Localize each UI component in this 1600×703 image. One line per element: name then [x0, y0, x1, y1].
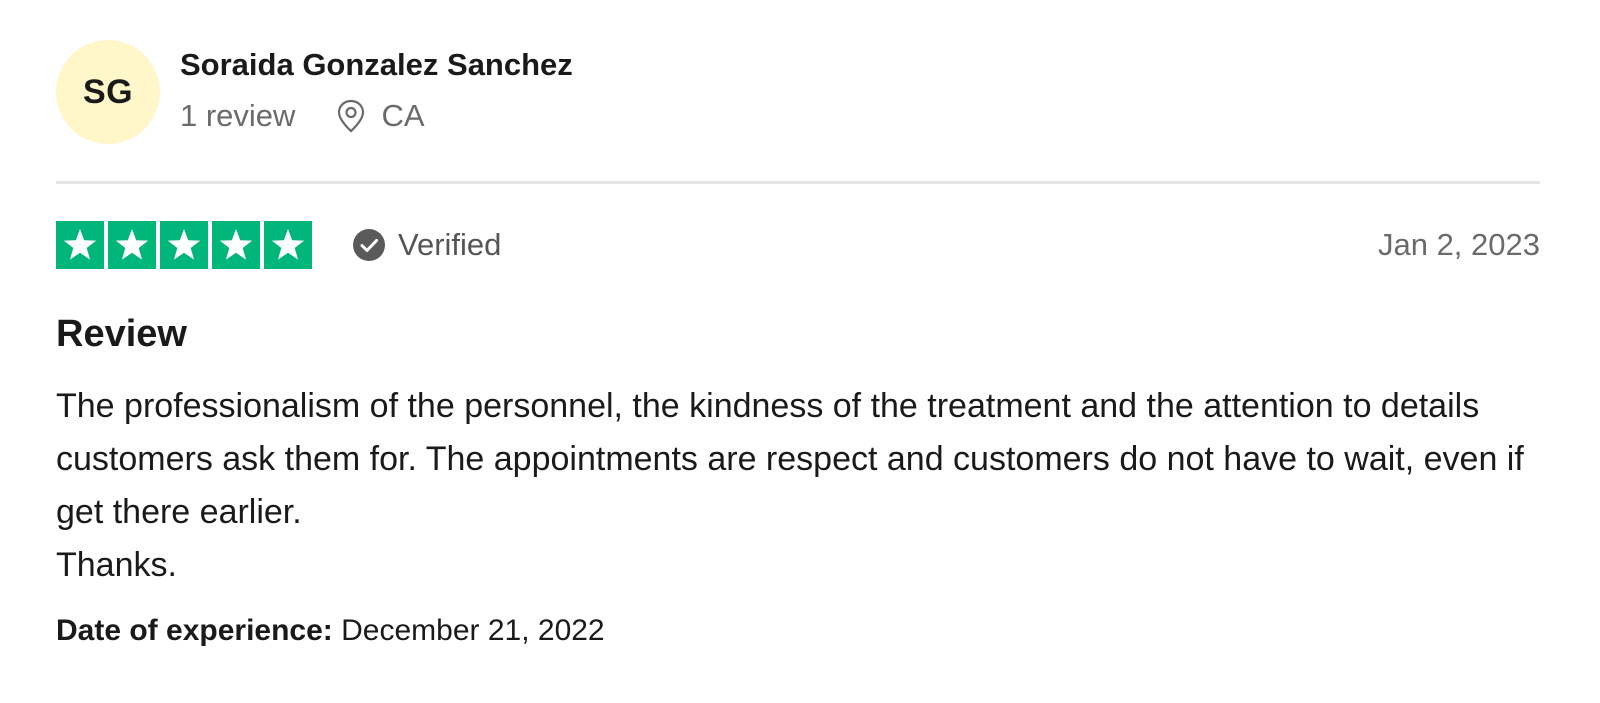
verified-label: Verified: [398, 227, 502, 262]
header-divider: [56, 181, 1540, 184]
reviewer-info: Soraida Gonzalez Sanchez 1 review CA: [180, 40, 573, 134]
experience-label: Date of experience:: [56, 614, 333, 647]
reviewer-location: CA: [381, 98, 425, 133]
star-icon: [264, 221, 312, 269]
review-title: Review: [56, 313, 187, 355]
review-text-paragraph: The professionalism of the personnel, th…: [56, 387, 1524, 531]
map-pin-icon: [335, 98, 367, 134]
verified-badge[interactable]: Verified: [352, 227, 501, 263]
experience-date: December 21, 2022: [341, 614, 605, 647]
review-body: The professionalism of the personnel, th…: [56, 380, 1546, 592]
date-of-experience: Date of experience: December 21, 2022: [56, 612, 605, 650]
reviewer-header: SG Soraida Gonzalez Sanchez 1 review CA: [56, 40, 573, 144]
review-card: SG Soraida Gonzalez Sanchez 1 review CA: [0, 0, 1600, 703]
reviewer-meta: 1 review CA: [180, 98, 573, 134]
star-icon: [212, 221, 260, 269]
avatar[interactable]: SG: [56, 40, 160, 144]
rating-row: Verified Jan 2, 2023: [56, 220, 1540, 270]
star-rating: [56, 221, 312, 269]
review-text-paragraph: Thanks.: [56, 546, 177, 584]
star-icon: [160, 221, 208, 269]
avatar-initials: SG: [82, 72, 134, 111]
check-circle-icon: [353, 229, 385, 261]
review-count: 1 review: [180, 98, 296, 133]
review-date: Jan 2, 2023: [1377, 227, 1540, 262]
reviewer-name[interactable]: Soraida Gonzalez Sanchez: [180, 46, 573, 84]
star-icon: [108, 221, 156, 269]
star-icon: [56, 221, 104, 269]
